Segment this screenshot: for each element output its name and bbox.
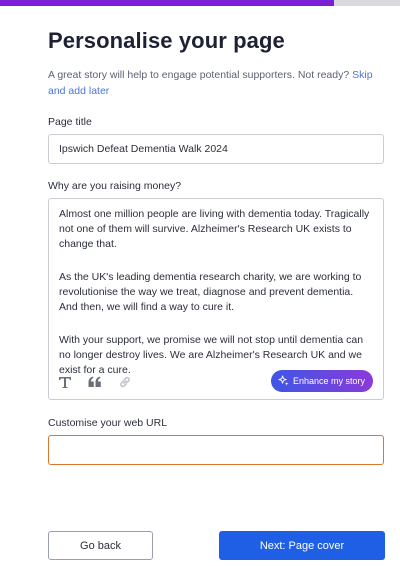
go-back-button[interactable]: Go back: [48, 531, 153, 560]
intro-text: A great story will help to engage potent…: [48, 67, 378, 99]
story-textarea[interactable]: Almost one million people are living wit…: [48, 198, 384, 400]
url-label: Customise your web URL: [48, 417, 168, 429]
link-icon[interactable]: [117, 374, 133, 390]
progress-track: [0, 0, 400, 6]
intro-message: A great story will help to engage potent…: [48, 69, 353, 81]
web-url-input[interactable]: [48, 435, 384, 465]
story-toolbar: [57, 373, 133, 391]
story-paragraph: Almost one million people are living wit…: [59, 208, 370, 250]
enhance-story-label: Enhance my story: [292, 376, 365, 386]
page-title: Personalise your page: [48, 28, 285, 53]
page-title-label: Page title: [48, 116, 92, 128]
sparkle-icon: [278, 374, 289, 388]
page-title-input[interactable]: Ipswich Defeat Dementia Walk 2024: [48, 134, 384, 164]
enhance-story-button[interactable]: Enhance my story: [270, 370, 373, 392]
quote-icon[interactable]: [87, 374, 103, 390]
story-label: Why are you raising money?: [48, 180, 182, 192]
story-paragraph: As the UK's leading dementia research ch…: [59, 271, 362, 313]
next-page-cover-button[interactable]: Next: Page cover: [219, 531, 385, 560]
text-format-icon[interactable]: [57, 374, 73, 390]
progress-fill: [0, 0, 334, 6]
